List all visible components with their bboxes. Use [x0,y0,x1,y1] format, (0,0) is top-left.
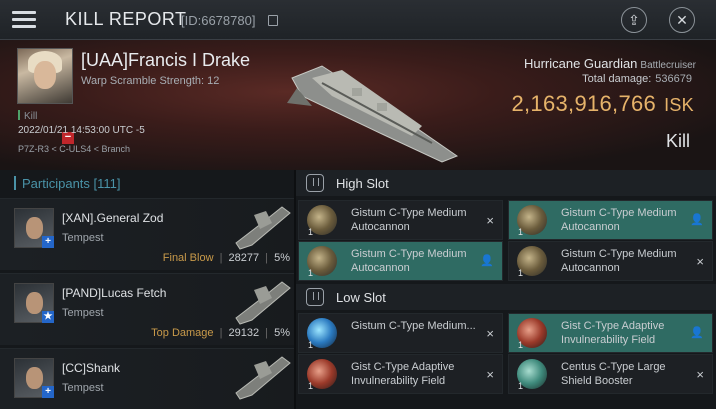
external-link-icon[interactable]: ⇪ [621,7,647,33]
title-bar: KILL REPORT [ID:6678780] ⇪ ✕ [0,0,716,40]
dropped-pilot-icon: 👤 [480,255,494,267]
high-slot-header: High Slot [296,170,716,196]
module-item[interactable]: 1 Gistum C-Type Medium Autocannon 👤 [298,241,503,281]
module-qty: 1 [308,268,314,278]
dropped-pilot-icon: 👤 [690,214,704,226]
module-qty: 1 [518,227,524,237]
destroyed-x-icon: × [486,326,494,341]
destroyed-x-icon: × [696,254,704,269]
participant-name: [CC]Shank [62,361,121,375]
module-name: Gistum C-Type Medium Autocannon [561,248,677,274]
participants-header[interactable]: Participants [111] [14,176,121,191]
avatar: + [14,208,54,248]
ship-icon [235,281,291,325]
module-qty: 1 [308,381,314,391]
high-slot-icon [306,174,324,192]
participant-row[interactable]: + [XAN].General Zod Tempest Final Blow |… [0,198,294,270]
ship-icon [235,356,291,400]
fitting-panel: High Slot 1 Gistum C-Type Medium Autocan… [296,170,716,409]
participant-name: [XAN].General Zod [62,211,164,225]
module-item[interactable]: 1 Gist C-Type Adaptive Invulnerability F… [508,313,713,353]
module-name: Gistum C-Type Medium Autocannon [351,207,467,233]
module-name: Gistum C-Type Medium Autocannon [561,207,677,233]
ship-icon [235,206,291,250]
warp-scramble-strength: Warp Scramble Strength: 12 [81,75,220,87]
module-qty: 1 [518,340,524,350]
total-damage: Total damage: 536679 [582,73,692,85]
module-name: Centus C-Type Large Shield Booster [561,361,666,387]
victim-ship-name[interactable]: Hurricane Guardian Battlecruiser [524,56,696,71]
participant-ship: Tempest [62,307,104,319]
fleet-plus-icon: + [42,236,54,248]
result-label: Kill [665,131,690,151]
isk-value: 2,163,916,766 ISK [511,91,694,116]
kill-timestamp: 2022/01/21 14:53:00 UTC -5 [18,125,145,136]
module-item[interactable]: 1 Centus C-Type Large Shield Booster × [508,354,713,394]
fleet-plus-icon: + [42,386,54,398]
destroyed-x-icon: × [486,213,494,228]
module-item[interactable]: 1 Gistum C-Type Medium Autocannon × [508,241,713,281]
participant-row[interactable]: ★ [PAND]Lucas Fetch Tempest Top Damage |… [0,273,294,345]
kill-location[interactable]: P7Z-R3 < C-ULS4 < Branch [18,144,130,154]
victim-header: − [UAA]Francis I Drake Warp Scramble Str… [0,40,716,170]
module-qty: 1 [308,340,314,350]
participant-row[interactable]: + [CC]Shank Tempest [0,348,294,409]
module-name: Gist C-Type Adaptive Invulnerability Fie… [351,361,455,387]
participant-stats: Final Blow | 28277 | 5% [162,252,290,264]
low-slot-title: Low Slot [336,290,386,305]
low-slot-icon [306,288,324,306]
participants-panel: Participants [111] + [XAN].General Zod T… [0,170,294,409]
participant-name: [PAND]Lucas Fetch [62,286,167,300]
victim-name[interactable]: [UAA]Francis I Drake [81,50,250,71]
dropped-pilot-icon: 👤 [690,327,704,339]
module-name: Gistum C-Type Medium Autocannon [351,248,467,274]
module-name: Gist C-Type Adaptive Invulnerability Fie… [561,320,665,346]
module-name: Gistum C-Type Medium... [351,320,476,332]
module-item[interactable]: 1 Gistum C-Type Medium... × [298,313,503,353]
participant-stats: Top Damage | 29132 | 5% [151,327,290,339]
high-slot-title: High Slot [336,176,389,191]
kill-tag: Kill [18,110,37,122]
close-icon[interactable]: ✕ [669,7,695,33]
page-title: KILL REPORT [65,9,187,29]
avatar: ★ [14,283,54,323]
copy-icon[interactable] [268,15,278,26]
low-slot-header: Low Slot [296,284,716,310]
victim-ship-image [287,65,459,163]
participant-ship: Tempest [62,382,104,394]
module-qty: 1 [518,268,524,278]
avatar: + [14,358,54,398]
destroyed-x-icon: × [696,367,704,382]
participant-ship: Tempest [62,232,104,244]
report-id: [ID:6678780] [181,13,256,28]
hamburger-menu-icon[interactable] [12,11,36,29]
fleet-star-icon: ★ [42,311,54,323]
module-item[interactable]: 1 Gist C-Type Adaptive Invulnerability F… [298,354,503,394]
victim-portrait[interactable] [17,48,73,104]
module-qty: 1 [518,381,524,391]
destroyed-x-icon: × [486,367,494,382]
module-qty: 1 [308,227,314,237]
module-item[interactable]: 1 Gistum C-Type Medium Autocannon 👤 [508,200,713,240]
module-item[interactable]: 1 Gistum C-Type Medium Autocannon × [298,200,503,240]
